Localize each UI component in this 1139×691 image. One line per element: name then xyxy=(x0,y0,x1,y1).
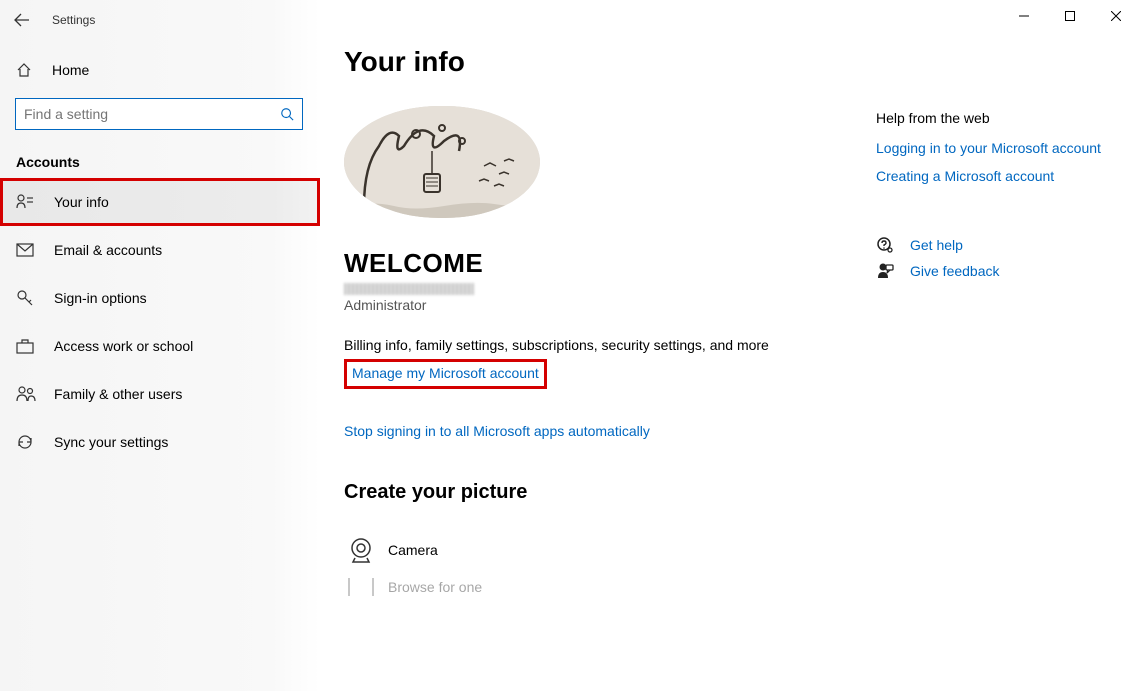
sidebar-item-label: Email & accounts xyxy=(54,242,162,258)
window-controls xyxy=(1001,0,1139,32)
user-role: Administrator xyxy=(344,297,864,313)
create-picture-heading: Create your picture xyxy=(344,481,864,504)
avatar-image xyxy=(344,106,540,218)
browse-label: Browse for one xyxy=(388,579,482,595)
help-link-login[interactable]: Logging in to your Microsoft account xyxy=(876,140,1126,156)
app-title: Settings xyxy=(52,13,95,27)
search-wrap xyxy=(15,98,305,130)
browse-icon xyxy=(344,578,378,596)
close-button[interactable] xyxy=(1093,0,1139,32)
maximize-icon xyxy=(1065,11,1075,21)
arrow-left-icon xyxy=(14,12,30,28)
give-feedback-link[interactable]: Give feedback xyxy=(910,263,1000,279)
feedback-icon xyxy=(876,262,896,280)
minimize-icon xyxy=(1019,11,1029,21)
user-email-redacted xyxy=(344,283,474,295)
sidebar-item-family-users[interactable]: Family & other users xyxy=(0,370,320,418)
sidebar-item-label: Your info xyxy=(54,194,109,210)
sidebar-item-label: Family & other users xyxy=(54,386,182,402)
sidebar-section-header: Accounts xyxy=(0,142,320,178)
camera-icon xyxy=(344,536,378,564)
titlebar-left: Settings xyxy=(0,0,320,40)
browse-row[interactable]: Browse for one xyxy=(344,578,864,596)
sidebar-item-access-work-school[interactable]: Access work or school xyxy=(0,322,320,370)
people-icon xyxy=(16,386,36,402)
help-column: Help from the web Logging in to your Mic… xyxy=(876,106,1126,600)
sidebar-item-your-info[interactable]: Your info xyxy=(0,178,320,226)
sidebar-item-signin-options[interactable]: Sign-in options xyxy=(0,274,320,322)
maximize-button[interactable] xyxy=(1047,0,1093,32)
profile-picture xyxy=(344,106,540,218)
email-icon xyxy=(16,243,36,257)
user-name: WELCOME xyxy=(344,248,864,279)
camera-row[interactable]: Camera xyxy=(344,526,864,574)
back-button[interactable] xyxy=(0,0,44,40)
main-content: Your info WELCOME Administrat xyxy=(320,0,1139,691)
sync-icon xyxy=(16,433,36,451)
sidebar-item-label: Access work or school xyxy=(54,338,193,354)
key-icon xyxy=(16,289,36,307)
help-link-create[interactable]: Creating a Microsoft account xyxy=(876,168,1126,184)
close-icon xyxy=(1111,11,1121,21)
sidebar-item-label: Sync your settings xyxy=(54,434,168,450)
get-help-icon xyxy=(876,236,896,254)
get-help-row[interactable]: Get help xyxy=(876,236,1126,254)
search-box[interactable] xyxy=(15,98,303,130)
sidebar-home[interactable]: Home xyxy=(0,50,320,90)
stop-signin-link[interactable]: Stop signing in to all Microsoft apps au… xyxy=(344,423,650,439)
sidebar: Settings Home Accounts Your info Email &… xyxy=(0,0,320,691)
briefcase-icon xyxy=(16,338,36,354)
manage-account-link[interactable]: Manage my Microsoft account xyxy=(352,365,539,381)
billing-description: Billing info, family settings, subscript… xyxy=(344,337,864,353)
get-help-link[interactable]: Get help xyxy=(910,237,963,253)
sidebar-item-sync-settings[interactable]: Sync your settings xyxy=(0,418,320,466)
manage-account-highlight: Manage my Microsoft account xyxy=(344,359,547,389)
home-label: Home xyxy=(52,62,89,78)
search-icon xyxy=(280,107,294,121)
camera-label: Camera xyxy=(388,542,438,558)
give-feedback-row[interactable]: Give feedback xyxy=(876,262,1126,280)
search-input[interactable] xyxy=(24,106,280,122)
your-info-icon xyxy=(16,193,36,211)
home-icon xyxy=(16,62,36,78)
minimize-button[interactable] xyxy=(1001,0,1047,32)
help-header: Help from the web xyxy=(876,110,1126,126)
sidebar-item-label: Sign-in options xyxy=(54,290,147,306)
sidebar-item-email-accounts[interactable]: Email & accounts xyxy=(0,226,320,274)
main-column: WELCOME Administrator Billing info, fami… xyxy=(344,106,864,600)
